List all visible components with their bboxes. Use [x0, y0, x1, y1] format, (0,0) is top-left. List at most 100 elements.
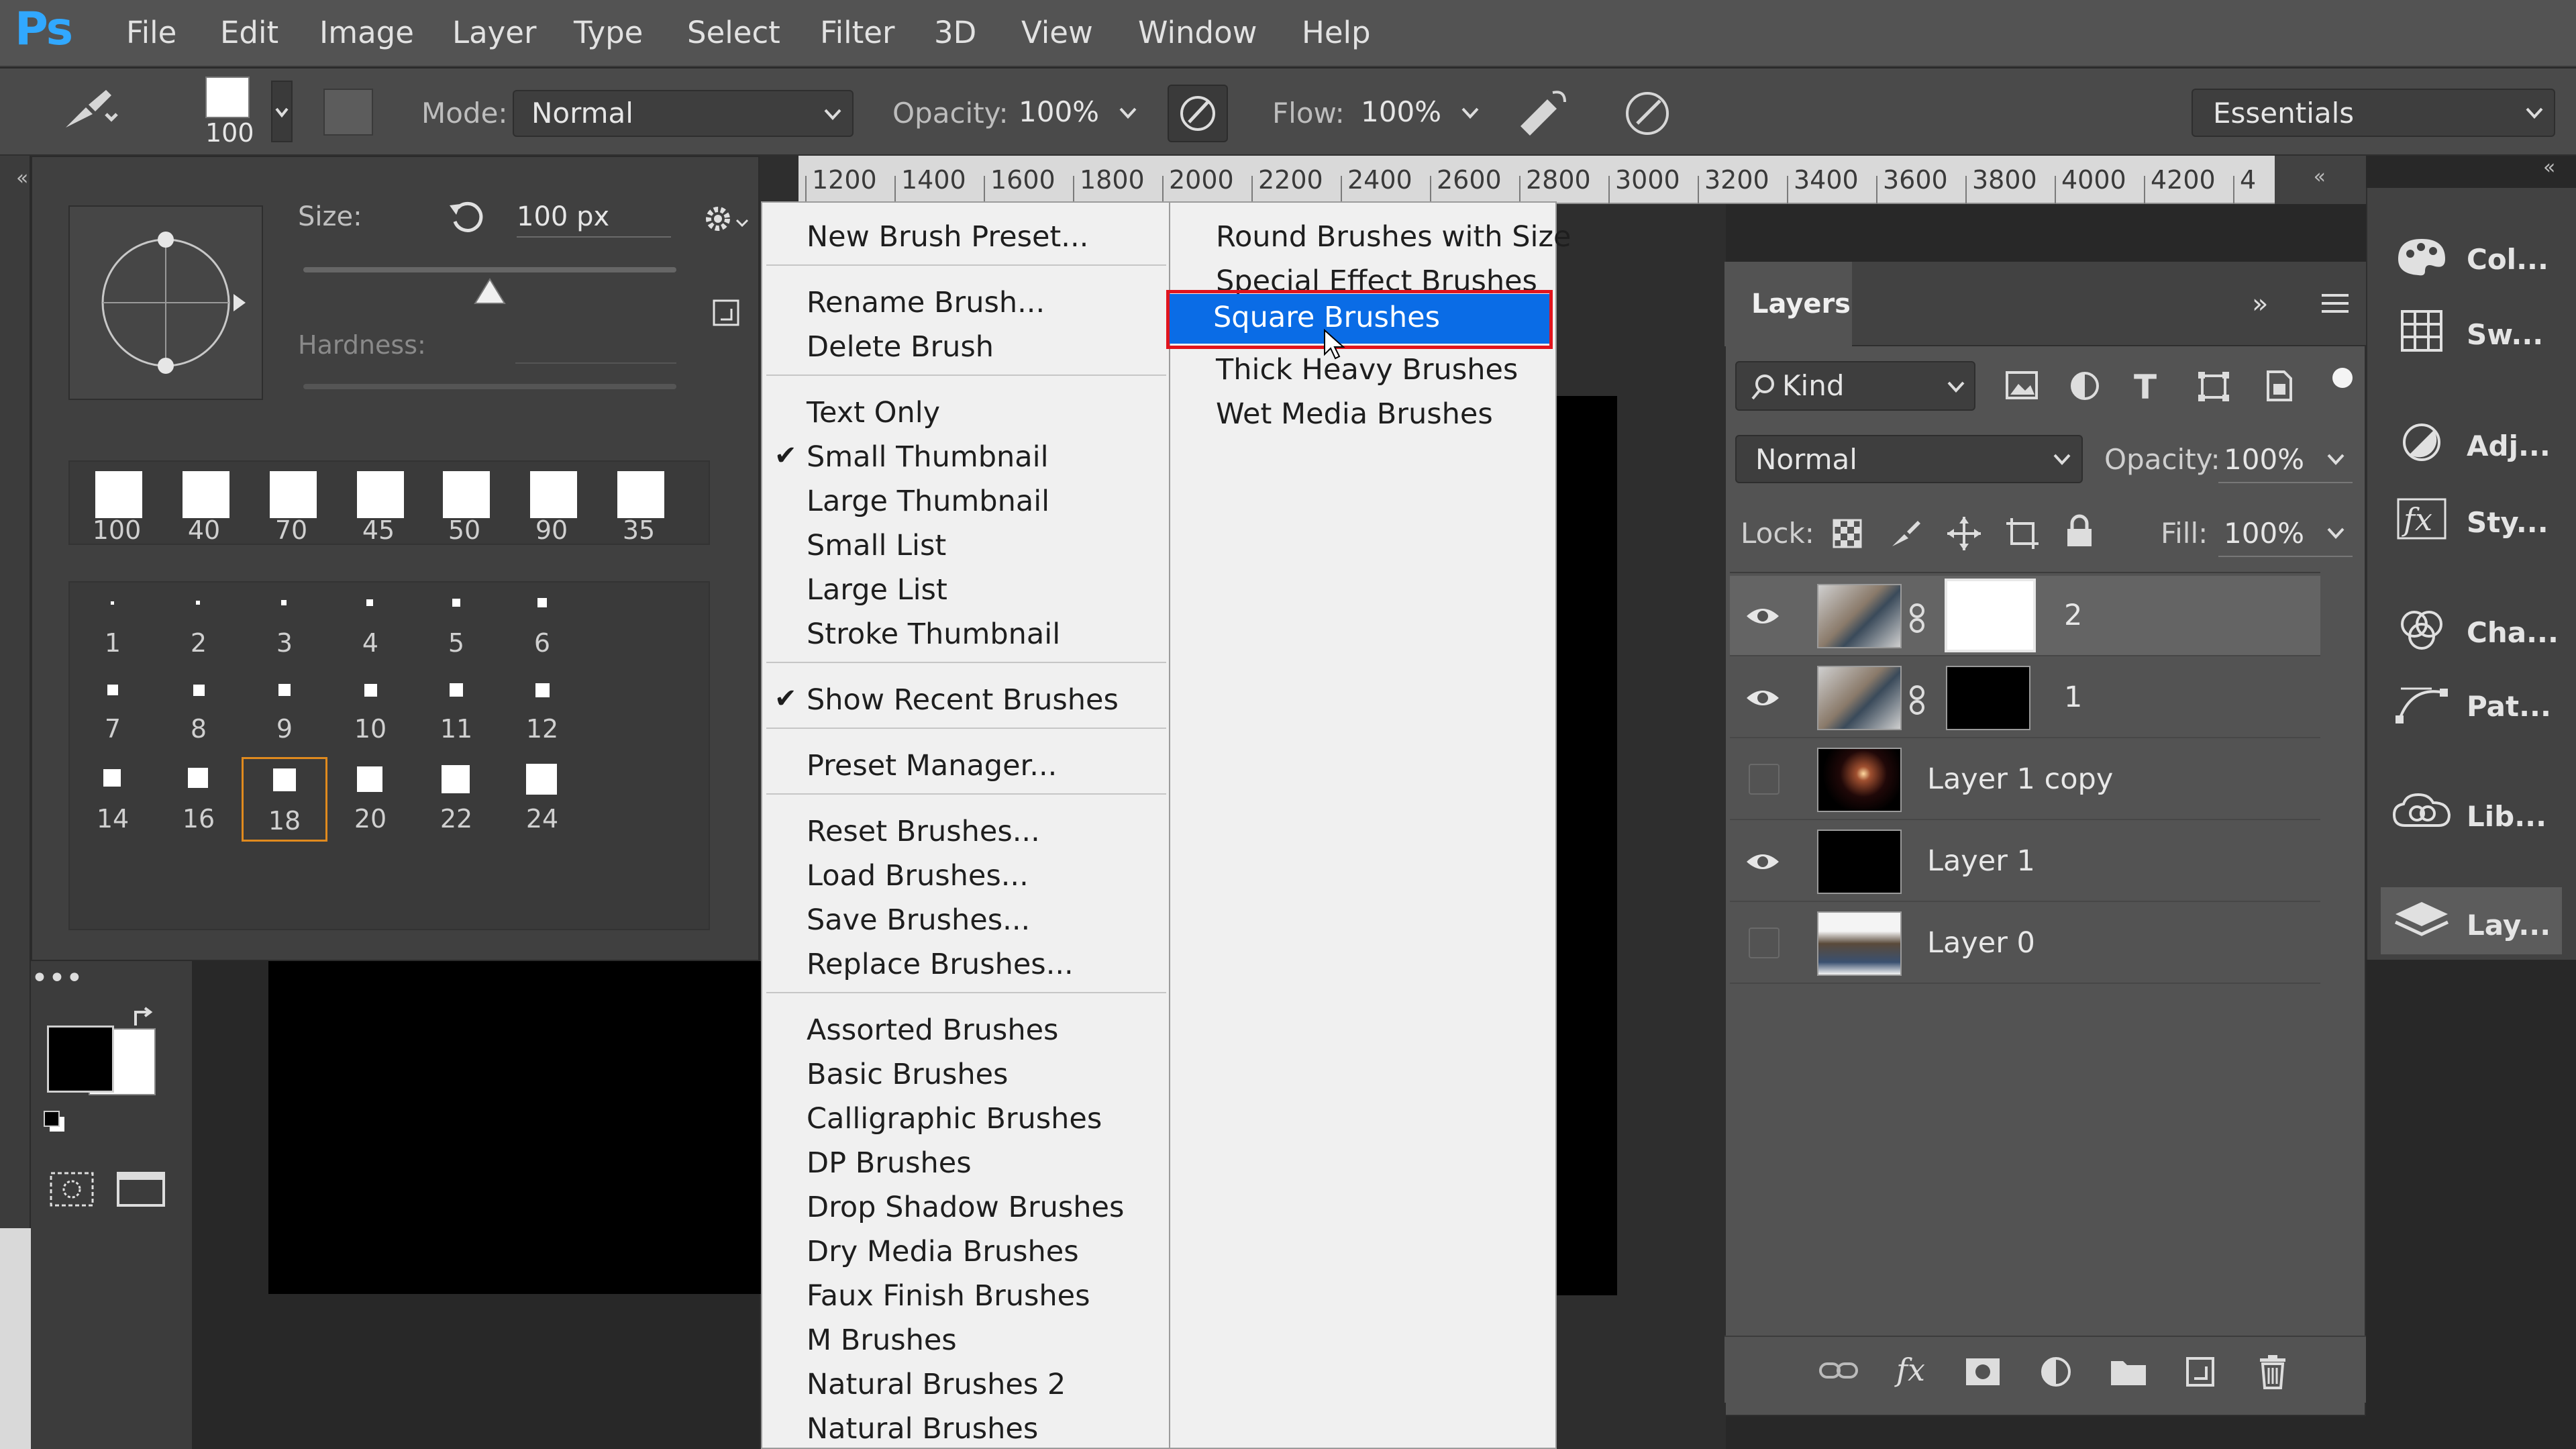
menu-help[interactable]: Help — [1302, 15, 1371, 50]
brush-preview[interactable] — [205, 77, 250, 118]
swatches-panel-label[interactable]: Sw... — [2467, 318, 2543, 351]
menu-drop-shadow-brushes[interactable]: Drop Shadow Brushes — [807, 1191, 1124, 1224]
layer-name[interactable]: Layer 0 — [1927, 926, 2035, 960]
reset-size-icon[interactable] — [447, 199, 487, 236]
brush-1[interactable]: 1 — [70, 589, 156, 670]
airbrush-icon[interactable] — [1514, 86, 1572, 140]
menu-window[interactable]: Window — [1138, 15, 1257, 50]
filter-type-icon[interactable]: T — [2134, 368, 2157, 407]
submenu-round-brushes-with-size[interactable]: Round Brushes with Size — [1216, 220, 1572, 254]
opacity-field[interactable]: 100% — [1007, 90, 1147, 137]
blend-mode-select[interactable]: Normal — [1735, 435, 2083, 483]
quick-mask-icon[interactable] — [48, 1170, 95, 1208]
brush-11[interactable]: 11 — [413, 675, 499, 756]
menu-small-thumbnail[interactable]: Small Thumbnail — [807, 440, 1049, 474]
brush-10[interactable]: 10 — [327, 675, 413, 756]
layer-filter-kind[interactable]: Kind — [1735, 361, 1975, 411]
filter-toggle-icon[interactable] — [2332, 368, 2353, 388]
brush-12[interactable]: 12 — [499, 675, 585, 756]
menu-new-brush-preset[interactable]: New Brush Preset... — [807, 220, 1088, 254]
menu-replace-brushes[interactable]: Replace Brushes... — [807, 948, 1074, 981]
styles-panel-icon[interactable]: fx — [2391, 495, 2452, 542]
lock-pixels-icon[interactable] — [1888, 517, 1922, 550]
menu-large-list[interactable]: Large List — [807, 573, 947, 607]
brush-picker-toggle[interactable] — [271, 81, 293, 142]
layer-row-layer-0[interactable]: Layer 0 — [1730, 903, 2320, 984]
recent-brush-70[interactable]: 70 — [256, 467, 326, 545]
lock-artboard-icon[interactable] — [2005, 517, 2040, 550]
filter-pixel-icon[interactable] — [2005, 370, 2039, 401]
menu-small-list[interactable]: Small List — [807, 529, 946, 562]
paths-panel-label[interactable]: Pat... — [2467, 690, 2551, 723]
menu-3d[interactable]: 3D — [934, 15, 976, 50]
folder-icon[interactable] — [2110, 1357, 2147, 1387]
trash-icon[interactable] — [2257, 1354, 2288, 1389]
styles-panel-label[interactable]: Sty... — [2467, 506, 2548, 539]
layer-mask-thumbnail-black[interactable] — [1946, 666, 2030, 730]
brush-22[interactable]: 22 — [413, 761, 499, 842]
eye-icon[interactable] — [1745, 846, 1781, 878]
brush-7[interactable]: 7 — [70, 675, 156, 756]
menu-filter[interactable]: Filter — [820, 15, 894, 50]
link-layers-icon[interactable] — [1818, 1357, 1859, 1384]
layers-panel-icon[interactable] — [2391, 898, 2452, 945]
brush-angle-roundness-widget[interactable] — [68, 205, 263, 400]
layers-panel-label[interactable]: Lay... — [2467, 909, 2551, 942]
menu-load-brushes[interactable]: Load Brushes... — [807, 859, 1029, 893]
brush-18-selected[interactable]: 18 — [242, 757, 327, 842]
channels-panel-label[interactable]: Cha... — [2467, 616, 2559, 649]
link-icon[interactable] — [1907, 685, 1927, 715]
layer-name[interactable]: 1 — [2064, 681, 2082, 714]
brush-3[interactable]: 3 — [242, 589, 327, 670]
menu-faux-finish-brushes[interactable]: Faux Finish Brushes — [807, 1279, 1090, 1313]
lock-position-icon[interactable] — [1946, 515, 1982, 552]
menu-save-brushes[interactable]: Save Brushes... — [807, 903, 1030, 937]
menu-dp-brushes[interactable]: DP Brushes — [807, 1146, 972, 1180]
layer-opacity-field[interactable]: 100% — [2218, 435, 2353, 483]
visibility-toggle-off[interactable] — [1749, 928, 1780, 958]
add-mask-icon[interactable] — [1965, 1357, 2001, 1387]
menu-file[interactable]: File — [126, 15, 176, 50]
menu-view[interactable]: View — [1021, 15, 1093, 50]
menu-layer[interactable]: Layer — [452, 15, 536, 50]
menu-edit[interactable]: Edit — [220, 15, 278, 50]
eye-icon[interactable] — [1745, 600, 1781, 632]
menu-rename-brush[interactable]: Rename Brush... — [807, 286, 1045, 319]
size-input[interactable]: 100 px — [517, 201, 671, 238]
layer-row-2[interactable]: 2 — [1730, 576, 2320, 656]
menu-preset-manager[interactable]: Preset Manager... — [807, 749, 1057, 783]
size-slider-thumb[interactable] — [472, 277, 507, 306]
menu-type[interactable]: Type — [574, 15, 643, 50]
adjustment-layer-icon[interactable] — [2040, 1356, 2072, 1388]
panel-menu-icon[interactable] — [2320, 293, 2350, 317]
default-colors-icon[interactable] — [42, 1109, 68, 1136]
brush-8[interactable]: 8 — [156, 675, 242, 756]
gear-icon[interactable] — [701, 200, 754, 238]
layer-mask-thumbnail-white[interactable] — [1945, 579, 2036, 652]
libraries-panel-icon[interactable] — [2391, 789, 2452, 836]
new-layer-icon[interactable] — [2185, 1356, 2216, 1388]
pressure-size-icon[interactable] — [1618, 85, 1676, 142]
menu-dry-media-brushes[interactable]: Dry Media Brushes — [807, 1235, 1079, 1268]
collapse-panels-icon[interactable]: « — [2275, 156, 2366, 204]
document-canvas[interactable] — [1550, 396, 1617, 1295]
recent-brush-45[interactable]: 45 — [344, 467, 413, 545]
lock-transparent-icon[interactable] — [1832, 518, 1863, 549]
recent-brush-50[interactable]: 50 — [429, 467, 499, 545]
layer-name[interactable]: Layer 1 copy — [1927, 762, 2113, 796]
menu-stroke-thumbnail[interactable]: Stroke Thumbnail — [807, 617, 1060, 651]
screen-mode-icon[interactable] — [115, 1170, 169, 1208]
color-panel-icon[interactable] — [2391, 232, 2452, 279]
swap-colors-icon[interactable] — [130, 1005, 157, 1032]
channels-panel-icon[interactable] — [2391, 605, 2452, 652]
eye-icon[interactable] — [1745, 682, 1781, 714]
visibility-toggle-off[interactable] — [1749, 764, 1780, 795]
menu-reset-brushes[interactable]: Reset Brushes... — [807, 815, 1040, 848]
paths-panel-icon[interactable] — [2391, 679, 2452, 726]
layer-row-1[interactable]: 1 — [1730, 658, 2320, 738]
brush-9[interactable]: 9 — [242, 675, 327, 756]
collapse-panel-icon[interactable]: » — [2252, 289, 2268, 319]
size-slider-track[interactable] — [303, 267, 676, 272]
menu-calligraphic-brushes[interactable]: Calligraphic Brushes — [807, 1102, 1102, 1136]
filter-smart-object-icon[interactable] — [2264, 369, 2295, 403]
